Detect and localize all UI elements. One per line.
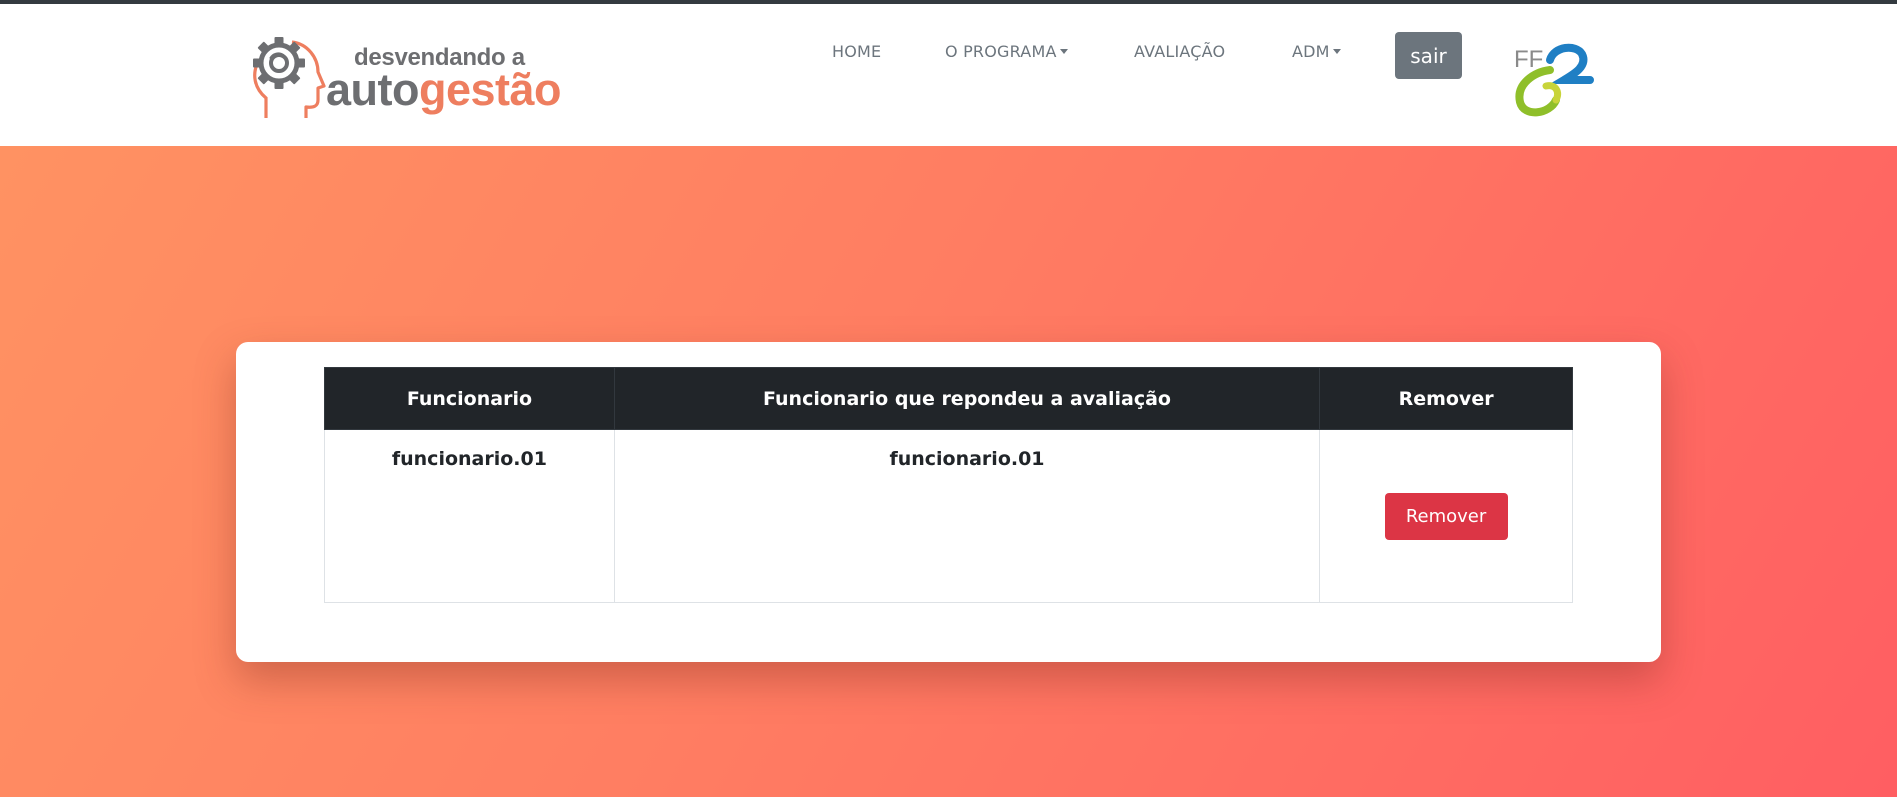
nav-avaliacao[interactable]: AVALIAÇÃO bbox=[1134, 42, 1225, 61]
cell-respondente: funcionario.01 bbox=[613, 429, 1321, 603]
brand-wordmark-auto: auto bbox=[326, 64, 420, 115]
brand-wordmark: autogestão bbox=[326, 64, 562, 116]
navbar: desvendando a autogestão HOME O PROGRAMA… bbox=[0, 4, 1897, 146]
nav-adm-dropdown[interactable]: ADM bbox=[1292, 42, 1341, 61]
partner-logo[interactable]: FF bbox=[1510, 40, 1595, 120]
column-header-respondente: Funcionario que repondeu a avaliação bbox=[613, 367, 1321, 430]
brand-wordmark-gestao: gestão bbox=[419, 64, 562, 115]
table-row: funcionario.01 funcionario.01 Remover bbox=[324, 429, 1573, 603]
avaliacoes-table: Funcionario Funcionario que repondeu a a… bbox=[324, 367, 1573, 603]
column-header-funcionario: Funcionario bbox=[324, 367, 615, 430]
cell-remover: Remover bbox=[1319, 429, 1573, 603]
remove-button[interactable]: Remover bbox=[1384, 492, 1508, 540]
nav-o-programa-label: O PROGRAMA bbox=[945, 42, 1057, 61]
caret-down-icon bbox=[1332, 48, 1341, 54]
cell-funcionario: funcionario.01 bbox=[324, 429, 615, 603]
nav-home[interactable]: HOME bbox=[832, 42, 881, 61]
caret-down-icon bbox=[1059, 48, 1068, 54]
table-header-row: Funcionario Funcionario que repondeu a a… bbox=[324, 367, 1573, 430]
logout-button[interactable]: sair bbox=[1395, 32, 1462, 79]
brand-logo[interactable]: desvendando a autogestão bbox=[252, 34, 572, 124]
gear-head-icon bbox=[253, 37, 326, 118]
column-header-remover: Remover bbox=[1319, 367, 1573, 430]
nav-o-programa-dropdown[interactable]: O PROGRAMA bbox=[945, 42, 1068, 61]
nav-adm-label: ADM bbox=[1292, 42, 1330, 61]
